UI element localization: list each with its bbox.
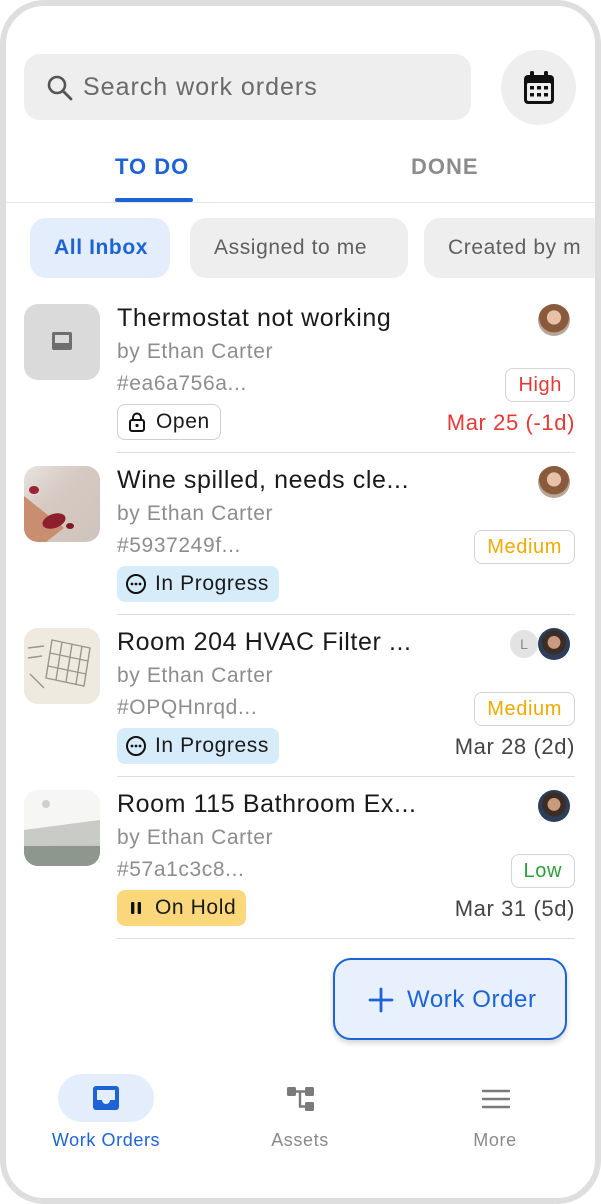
- priority-badge: Medium: [474, 530, 575, 564]
- priority-badge: Low: [510, 854, 575, 888]
- priority-badge: Medium: [474, 692, 575, 726]
- row-divider: [117, 614, 575, 615]
- lock-icon: [129, 412, 145, 432]
- calendar-icon: [524, 71, 554, 104]
- phone-frame: Search work orders TO DO DONE All Inbox …: [0, 0, 601, 1204]
- calendar-button[interactable]: [501, 50, 576, 125]
- assignee-initial-avatar: L: [508, 628, 540, 660]
- menu-icon: [481, 1089, 511, 1109]
- nav-label: Work Orders: [51, 1130, 161, 1150]
- inbox-icon: [93, 1086, 119, 1110]
- work-order-id: #ea6a756a...: [117, 372, 247, 395]
- plus-icon: [368, 987, 394, 1013]
- assignee-avatar: [538, 466, 570, 498]
- priority-badge: High: [505, 368, 575, 402]
- ellipsis-circle-icon: [126, 574, 146, 594]
- work-order-item[interactable]: Room 204 HVAC Filter ... by Ethan Carter…: [6, 628, 595, 790]
- filter-assigned-to-me[interactable]: Assigned to me: [190, 218, 408, 278]
- fab-label: Work Order: [407, 986, 537, 1013]
- nav-label: More: [473, 1130, 517, 1150]
- status-label: In Progress: [155, 572, 269, 595]
- due-date: Mar 25 (-1d): [446, 410, 575, 435]
- nav-more[interactable]: More: [409, 1074, 589, 1154]
- work-order-author: by Ethan Carter: [117, 502, 274, 525]
- tab-done[interactable]: DONE: [411, 154, 479, 180]
- wine-spill-photo: [24, 486, 74, 542]
- due-date: Mar 31 (5d): [454, 896, 575, 921]
- pause-icon: [131, 902, 141, 914]
- work-order-title: Room 115 Bathroom Ex...: [117, 790, 417, 818]
- row-divider: [117, 938, 575, 939]
- row-divider: [117, 776, 575, 777]
- tab-todo[interactable]: TO DO: [115, 154, 189, 180]
- inbox-placeholder-icon: [52, 332, 72, 350]
- work-order-id: #OPQHnrqd...: [117, 696, 258, 719]
- work-order-title: Room 204 HVAC Filter ...: [117, 628, 412, 656]
- work-order-title: Thermostat not working: [117, 304, 392, 332]
- work-order-item[interactable]: Wine spilled, needs cle... by Ethan Cart…: [6, 466, 595, 628]
- assignee-avatar: [538, 304, 570, 336]
- work-order-item[interactable]: Thermostat not working by Ethan Carter #…: [6, 304, 595, 466]
- filter-created-by-me[interactable]: Created by m: [424, 218, 595, 278]
- work-order-author: by Ethan Carter: [117, 340, 274, 363]
- tab-divider: [6, 202, 595, 203]
- assignee-avatar: [538, 628, 570, 660]
- status-label: On Hold: [155, 896, 237, 919]
- work-order-thumbnail: [24, 790, 100, 866]
- status-badge: In Progress: [117, 728, 279, 764]
- status-badge: Open: [117, 404, 221, 440]
- work-order-title: Wine spilled, needs cle...: [117, 466, 410, 494]
- hierarchy-icon: [287, 1087, 314, 1111]
- search-input[interactable]: Search work orders: [83, 73, 318, 102]
- assignee-avatar: [538, 790, 570, 822]
- filter-all-inbox[interactable]: All Inbox: [30, 218, 170, 278]
- bathroom-photo: [24, 790, 100, 866]
- due-date: Mar 28 (2d): [454, 734, 575, 759]
- work-order-item[interactable]: Room 115 Bathroom Ex... by Ethan Carter …: [6, 790, 595, 952]
- work-order-id: #5937249f...: [117, 534, 241, 557]
- search-icon: [47, 75, 73, 101]
- row-divider: [117, 452, 575, 453]
- status-label: In Progress: [155, 734, 269, 757]
- hvac-filter-photo: [24, 628, 100, 704]
- new-work-order-button[interactable]: Work Order: [333, 958, 567, 1040]
- nav-work-orders[interactable]: Work Orders: [20, 1074, 200, 1154]
- nav-assets[interactable]: Assets: [214, 1074, 394, 1154]
- status-badge: On Hold: [117, 890, 247, 926]
- work-order-author: by Ethan Carter: [117, 826, 274, 849]
- nav-label: Assets: [271, 1130, 329, 1150]
- work-order-thumbnail: [24, 628, 100, 704]
- work-order-author: by Ethan Carter: [117, 664, 274, 687]
- status-badge: In Progress: [117, 566, 279, 602]
- work-order-thumbnail: [24, 304, 100, 380]
- screen: Search work orders TO DO DONE All Inbox …: [6, 6, 595, 1198]
- search-bar[interactable]: Search work orders: [24, 54, 471, 120]
- status-label: Open: [156, 410, 210, 433]
- ellipsis-circle-icon: [126, 736, 146, 756]
- work-order-thumbnail: [24, 466, 100, 542]
- work-order-id: #57a1c3c8...: [117, 858, 245, 881]
